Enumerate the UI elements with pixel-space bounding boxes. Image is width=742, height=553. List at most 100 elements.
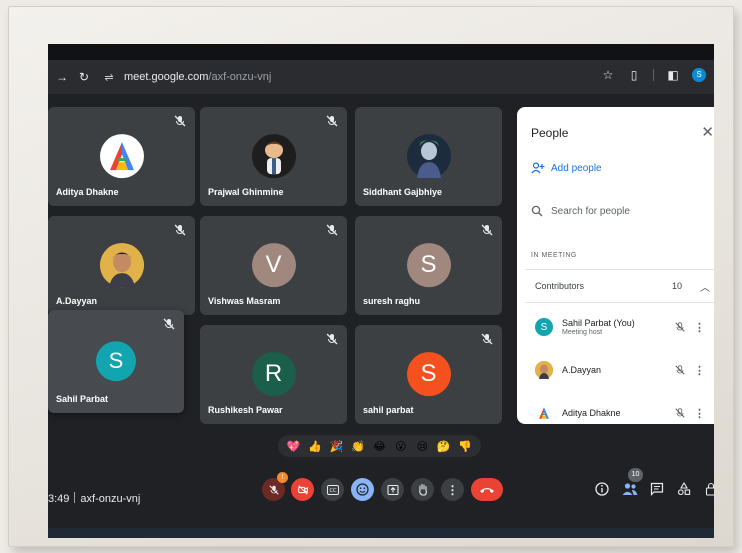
more-options-button[interactable]: ⋮ [441,478,464,501]
mic-off-icon [481,224,493,236]
reaction-party[interactable]: 🎉 [329,440,344,453]
camera-toggle-button[interactable] [291,478,314,501]
browser-toolbar-right: ☆ ▯ ◧ S [601,68,706,82]
url-host: meet.google.com [124,71,209,83]
search-people-input[interactable]: Search for people [531,205,630,217]
chat-button[interactable] [649,482,665,498]
mic-off-icon [268,484,279,495]
people-button[interactable] [622,482,638,498]
mic-off-icon [675,365,685,375]
reaction-thinking[interactable]: 🤔 [436,440,451,453]
contributors-count: 10 [671,281,682,291]
chevron-up-icon[interactable]: ︿ [700,279,710,294]
side-panel-icon[interactable]: ◧ [666,68,680,82]
site-settings-icon[interactable]: ⇌ [100,71,118,84]
google-a-logo-icon [539,407,549,419]
character-avatar-icon [406,133,451,178]
participant-name: Aditya Dhakne [56,187,119,197]
mic-toggle-button[interactable]: ! [262,472,288,501]
browser-address-bar: → ↻ ⇌ meet.google.com/axf-onzu-vnj ☆ ▯ ◧… [48,60,714,94]
mic-off-icon [326,333,338,345]
raise-hand-icon [418,483,427,496]
info-icon [595,482,609,496]
extensions-icon[interactable]: ▯ [627,68,641,82]
url-text[interactable]: meet.google.com/axf-onzu-vnj [124,71,271,83]
participant-tile[interactable]: Aditya Dhakne [48,107,195,206]
emoji-reactions-button[interactable] [351,478,374,501]
close-icon[interactable]: ✕ [701,123,714,141]
mic-off-icon [326,224,338,236]
raise-hand-button[interactable] [411,478,434,501]
add-people-button[interactable]: Add people [531,162,602,174]
avatar: R [251,351,296,396]
host-controls-icon [705,482,714,496]
reaction-sad[interactable]: 😢 [415,440,430,453]
avatar: S [406,242,451,287]
reaction-heart[interactable]: 💖 [286,440,301,453]
people-list-item[interactable]: A.Dayyan ⋮ [535,351,714,389]
activities-button[interactable] [676,481,692,498]
meeting-info-divider [74,492,76,503]
participant-name: Siddhant Gajbhiye [363,187,443,197]
participant-tile-self[interactable]: S Sahil Parbat [48,310,184,413]
people-list-item[interactable]: S Sahil Parbat (You) Meeting host ⋮ [535,308,714,346]
captions-button[interactable]: CC [321,478,344,501]
reaction-laugh[interactable]: 😂 [372,440,387,453]
people-panel: People ✕ Add people Search for people IN… [517,107,714,424]
participant-tile[interactable]: Prajwal Ghinmine [200,107,347,206]
contributors-section-header[interactable]: Contributors 10 ︿ [525,269,714,303]
profile-avatar[interactable]: S [692,68,706,82]
cartoon-boy-avatar-icon [251,133,296,178]
camera-off-icon [297,484,308,495]
toolbar-divider [653,69,654,81]
avatar [99,133,144,178]
participant-tile[interactable]: S sahil parbat [355,325,502,424]
mic-off-icon [174,224,186,236]
in-meeting-heading: IN MEETING [531,252,577,259]
search-icon [531,205,543,217]
people-list-item[interactable]: Aditya Dhakne ⋮ [535,394,714,432]
mic-off-icon [675,408,685,418]
participant-tile[interactable]: S suresh raghu [355,216,502,315]
meeting-details: 3:49 axf-onzu-vnj [48,492,140,505]
mic-off-icon [326,115,338,127]
bookmark-star-icon[interactable]: ☆ [601,68,615,82]
mic-off-icon [481,333,493,345]
lock-icon[interactable] [703,482,714,498]
panel-title: People [531,126,569,140]
person-photo-avatar-icon [99,242,144,287]
end-call-icon [480,487,494,493]
participant-tile[interactable]: Siddhant Gajbhiye [355,107,502,206]
person-name: Aditya Dhakne [562,408,621,418]
google-a-logo-icon [109,141,134,170]
avatar [251,133,296,178]
avatar: V [251,242,296,287]
more-options-icon[interactable]: ⋮ [694,364,705,377]
mic-off-icon [675,322,685,332]
meeting-info-icon[interactable] [594,482,610,498]
participant-tile[interactable]: V Vishwas Masram [200,216,347,315]
mic-off-icon [163,318,175,330]
avatar: S [406,351,451,396]
more-options-icon[interactable]: ⋮ [694,321,705,334]
present-screen-button[interactable] [381,478,404,501]
reaction-thumbs-up[interactable]: 👍 [308,440,323,453]
contributors-label: Contributors [535,281,585,291]
more-options-icon[interactable]: ⋮ [694,407,705,420]
reaction-clap[interactable]: 👏 [351,440,366,453]
photo-frame: → ↻ ⇌ meet.google.com/axf-onzu-vnj ☆ ▯ ◧… [8,6,734,547]
participant-tile[interactable]: A.Dayyan [48,216,195,315]
participant-tile[interactable]: R Rushikesh Pawar [200,325,347,424]
search-placeholder: Search for people [551,205,630,217]
forward-icon[interactable]: → [54,70,70,84]
mic-off-icon [174,115,186,127]
reaction-surprised[interactable]: 😮 [393,440,408,453]
reload-icon[interactable]: ↻ [76,70,92,84]
smiley-icon [356,483,369,496]
leave-call-button[interactable] [471,478,503,501]
meeting-code: axf-onzu-vnj [80,493,141,505]
avatar [99,242,144,287]
browser-tab-strip [48,44,714,60]
reaction-thumbs-down[interactable]: 👎 [458,440,473,453]
alert-badge: ! [277,472,288,483]
